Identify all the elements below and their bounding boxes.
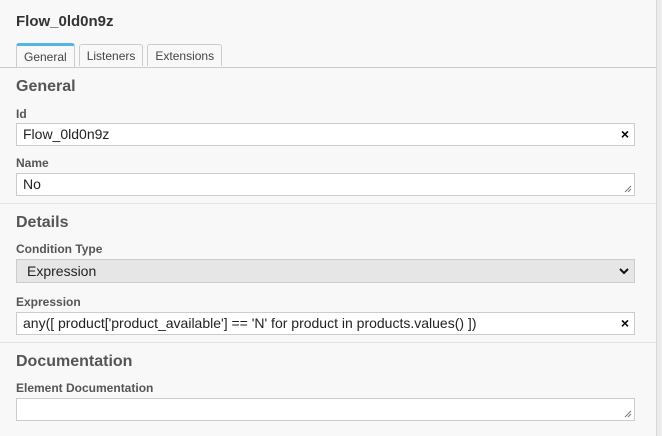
tab-extensions[interactable]: Extensions <box>147 44 223 66</box>
clear-id-icon[interactable]: × <box>621 124 629 145</box>
id-value: Flow_0ld0n9z <box>23 126 110 142</box>
resize-handle-icon[interactable] <box>624 410 632 418</box>
name-textarea[interactable]: No <box>16 173 635 196</box>
name-label: Name <box>16 156 49 170</box>
name-value: No <box>23 176 41 192</box>
condition-type-label: Condition Type <box>16 242 103 256</box>
tab-general[interactable]: General <box>16 43 75 67</box>
details-heading: Details <box>16 214 69 231</box>
properties-panel: Flow_0ld0n9z General Listeners Extension… <box>0 0 657 436</box>
clear-expression-icon[interactable]: × <box>621 313 629 334</box>
scrollbar[interactable] <box>657 0 662 436</box>
chevron-down-icon <box>619 268 629 275</box>
general-heading: General <box>16 78 76 95</box>
id-label: Id <box>16 107 27 121</box>
expression-label: Expression <box>16 295 81 309</box>
expression-input[interactable]: any([ product['product_available'] == 'N… <box>16 312 635 335</box>
documentation-group: Documentation Element Documentation <box>0 343 656 436</box>
condition-type-select[interactable]: Expression <box>16 259 635 283</box>
expression-value: any([ product['product_available'] == 'N… <box>23 315 477 331</box>
general-group: General Id Flow_0ld0n9z × Name No <box>0 68 656 204</box>
condition-type-value: Expression <box>27 263 97 279</box>
id-input[interactable]: Flow_0ld0n9z × <box>16 123 635 146</box>
element-documentation-label: Element Documentation <box>16 381 154 395</box>
resize-handle-icon[interactable] <box>624 185 632 193</box>
tab-listeners[interactable]: Listeners <box>78 44 144 66</box>
details-group: Details Condition Type Expression Expres… <box>0 204 656 343</box>
panel-title: Flow_0ld0n9z <box>16 13 114 30</box>
tab-bar: General Listeners Extensions <box>16 43 223 67</box>
element-documentation-textarea[interactable] <box>16 398 635 421</box>
documentation-heading: Documentation <box>16 353 133 370</box>
